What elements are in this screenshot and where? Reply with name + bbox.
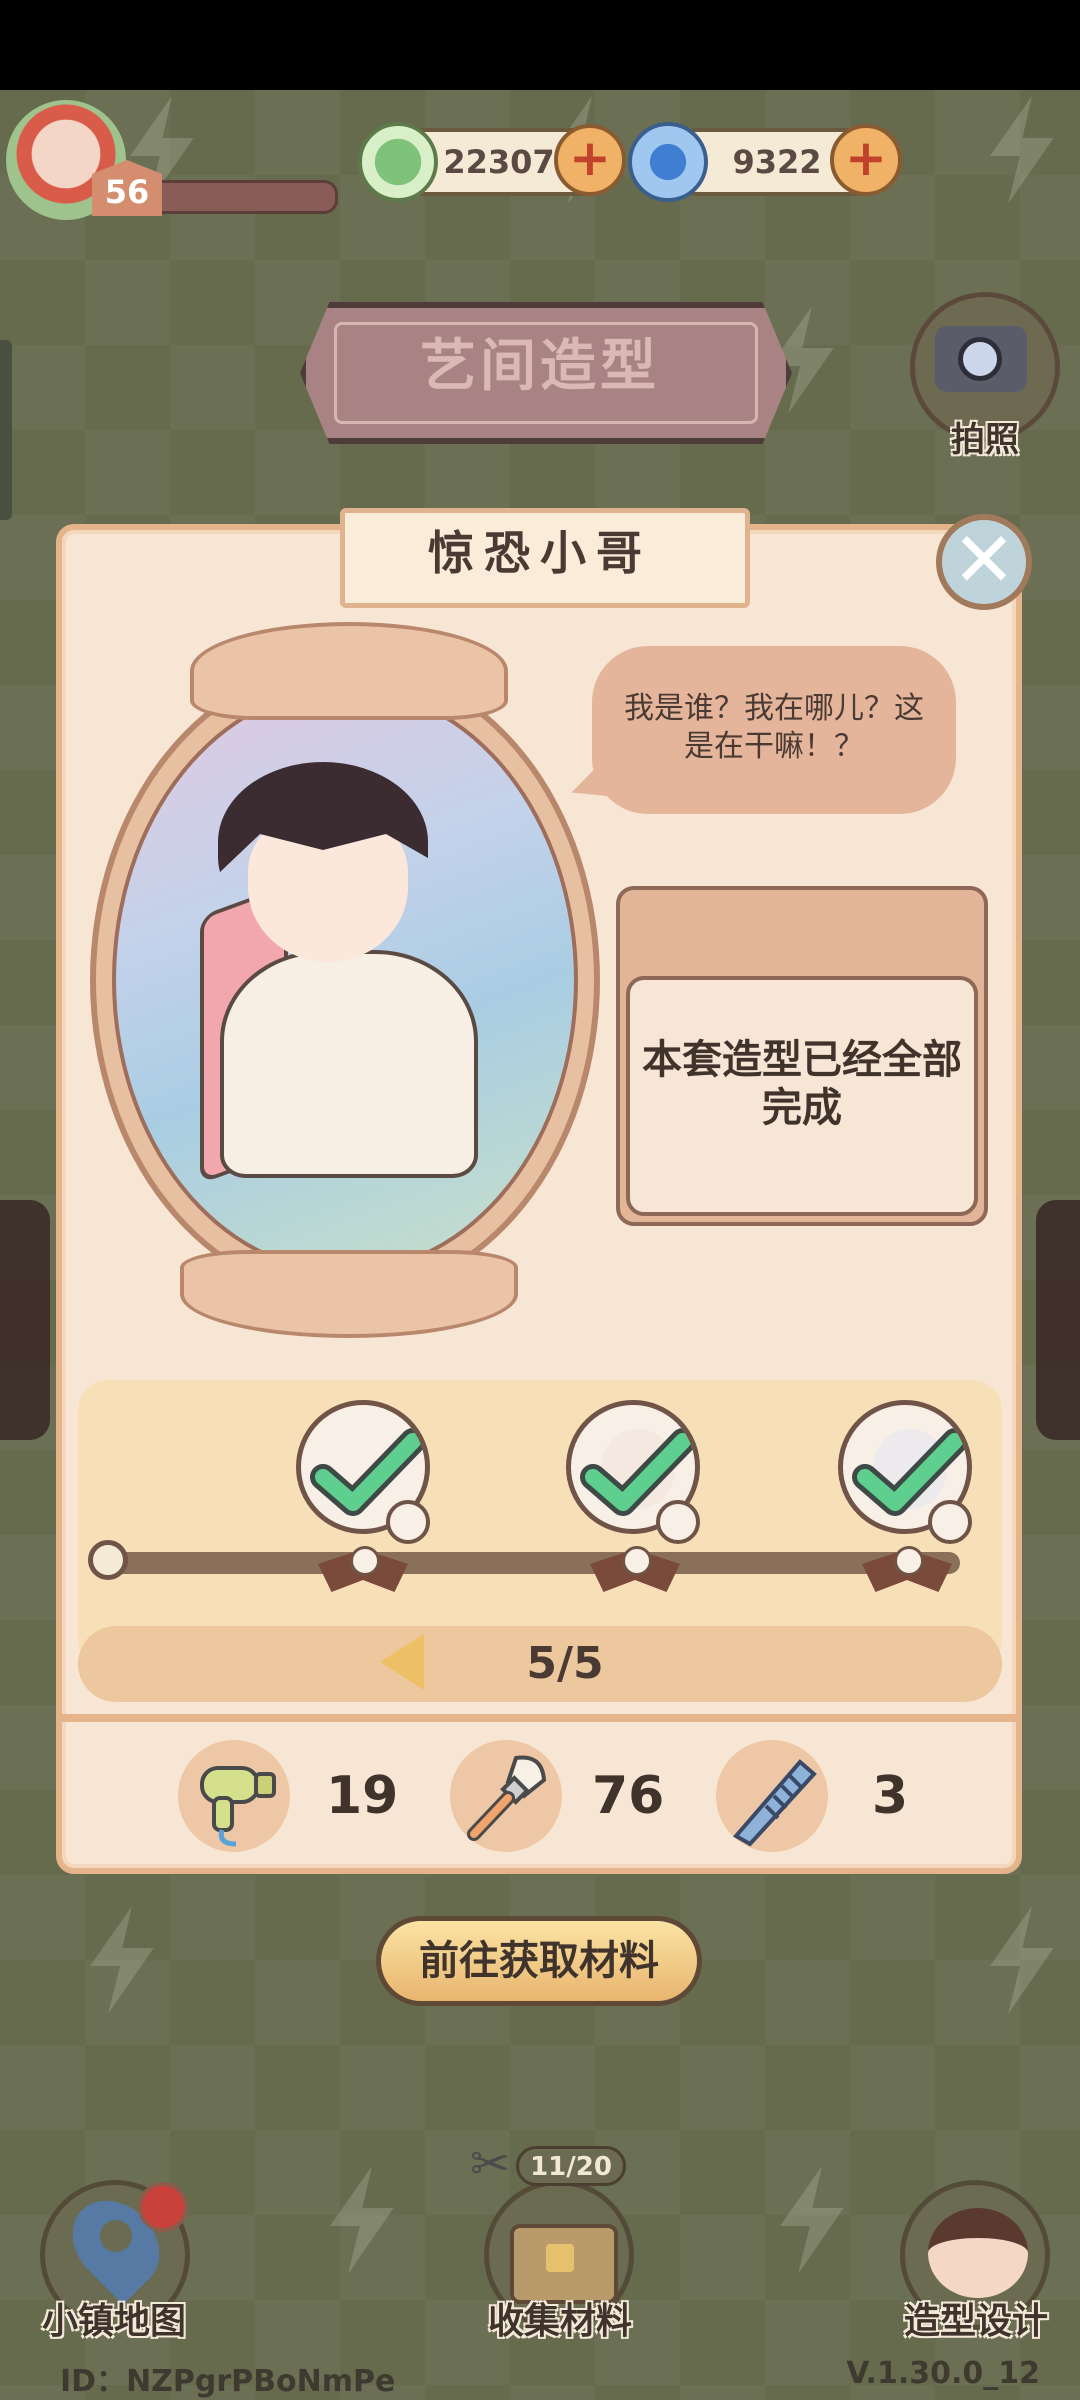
step-1-dot: [386, 1500, 430, 1544]
side-tab[interactable]: [0, 340, 12, 520]
swirl-icon: [628, 122, 708, 202]
town-map-label: 小镇地图: [41, 2301, 186, 2342]
suitcase-lock: [546, 2244, 574, 2272]
page-indicator-text: 5/5: [526, 1638, 604, 1689]
notification-dot: [138, 2182, 188, 2232]
comb-icon: [732, 1759, 817, 1847]
lightning-bolt-icon: [90, 1906, 154, 2014]
version-text: V.1.30.0_12: [846, 2356, 1040, 2391]
progress-node: [894, 1546, 924, 1576]
style-design-label: 造型设计: [903, 2301, 1048, 2342]
collect-materials-label: 收集材料: [487, 2301, 632, 2342]
progress-track: [100, 1552, 960, 1574]
add-green-currency-button[interactable]: +: [554, 124, 626, 196]
hair-dryer-icon: [200, 1766, 276, 1847]
status-bar: [0, 0, 1080, 90]
character-portrait-icon: [928, 2208, 1028, 2298]
hair-dryer-count: 19: [326, 1766, 399, 1826]
mannequin-decoration: [1036, 1200, 1080, 1440]
collect-counter: 11/20: [516, 2146, 626, 2186]
completion-status-text: 本套造型已经全部完成: [642, 1037, 962, 1131]
progress-node: [350, 1546, 380, 1576]
experience-bar: [150, 180, 338, 214]
character-name: 惊恐小哥: [428, 526, 652, 580]
mirror-ornament-bottom: [180, 1250, 518, 1338]
progress-start-node: [88, 1540, 128, 1580]
clover-icon: [358, 122, 438, 202]
green-currency-value: 22307: [443, 143, 555, 181]
page-title: 艺间造型: [420, 334, 660, 399]
lightning-bolt-icon: [990, 96, 1054, 204]
speech-text: 我是谁？我在哪儿？这是在干嘛！？: [624, 691, 924, 764]
comb-slot: [716, 1740, 828, 1852]
hair-dryer-slot: [178, 1740, 290, 1852]
lightning-bolt-icon: [780, 2166, 844, 2274]
map-pin-hole: [100, 2220, 132, 2252]
character-cape: [220, 950, 478, 1178]
mirror-ornament-top: [190, 622, 508, 720]
progress-node: [622, 1546, 652, 1576]
scissors-icon: ✂: [470, 2136, 511, 2192]
mannequin-decoration: [0, 1200, 50, 1440]
camera-lens: [958, 337, 1002, 381]
camera-label: 拍照: [951, 420, 1019, 460]
makeup-brush-slot: [450, 1740, 562, 1852]
lightning-bolt-icon: [990, 1906, 1054, 2014]
comb-count: 3: [872, 1766, 909, 1826]
step-2-dot: [656, 1500, 700, 1544]
card-divider: [56, 1714, 1022, 1722]
add-blue-currency-button[interactable]: +: [830, 124, 902, 196]
previous-arrow-icon[interactable]: [380, 1634, 424, 1690]
makeup-brush-icon: [467, 1755, 547, 1841]
close-button[interactable]: ✕: [936, 514, 1032, 610]
makeup-brush-count: 76: [592, 1766, 665, 1826]
get-materials-button[interactable]: 前往获取材料: [376, 1916, 702, 2006]
lightning-bolt-icon: [330, 2166, 394, 2274]
step-3-dot: [928, 1500, 972, 1544]
player-id: ID：NZPgrPBoNmPe: [60, 2364, 396, 2399]
